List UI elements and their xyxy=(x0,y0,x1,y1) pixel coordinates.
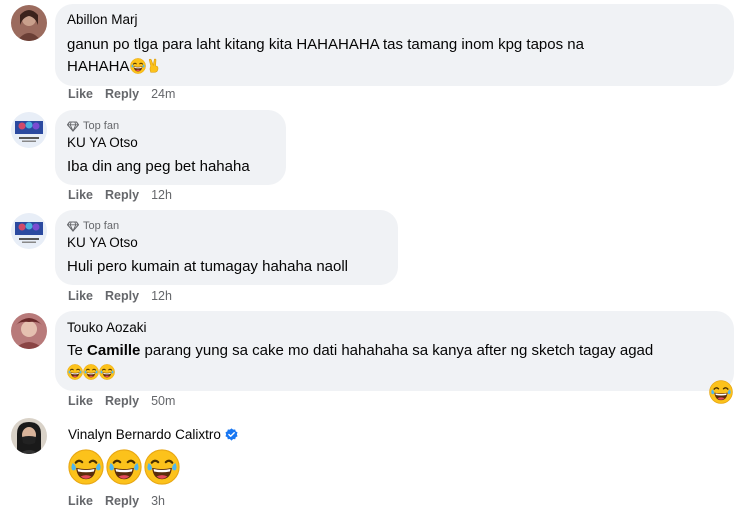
badge-label: Top fan xyxy=(83,120,120,132)
comment-timestamp[interactable]: 3h xyxy=(151,494,165,508)
comment-text-prefix: Te xyxy=(67,342,88,359)
like-button[interactable]: Like xyxy=(68,394,93,408)
laughing-emoji-icon xyxy=(98,363,116,387)
comment-author[interactable]: Touko Aozaki xyxy=(67,319,722,337)
comment-bubble: Top fan KU YA Otso Huli pero kumain at t… xyxy=(55,210,398,285)
comment-author[interactable]: KU YA Otso xyxy=(67,134,274,152)
top-fan-badge[interactable]: Top fan xyxy=(67,119,274,133)
laughing-emoji-icon xyxy=(66,363,84,387)
avatar[interactable] xyxy=(11,213,47,249)
comment-bubble: Abillon Marj ganun po tlga para laht kit… xyxy=(55,4,734,86)
author-name[interactable]: Vinalyn Bernardo Calixtro xyxy=(68,427,221,442)
comment-text: Huli pero kumain at tumagay hahaha naoll xyxy=(67,258,349,275)
laughing-emoji-icon xyxy=(82,363,100,387)
like-button[interactable]: Like xyxy=(68,289,93,303)
avatar[interactable] xyxy=(11,313,47,349)
comment-timestamp[interactable]: 24m xyxy=(151,87,175,101)
comment-timestamp[interactable]: 12h xyxy=(151,289,172,303)
comment-actions: Like Reply 50m xyxy=(68,394,175,408)
comment-text: Te Camille parang yung sa cake mo dati h… xyxy=(66,340,722,387)
victory-hand-emoji-icon xyxy=(146,58,162,81)
comment-author[interactable]: KU YA Otso xyxy=(67,234,386,252)
comment-author: Vinalyn Bernardo Calixtro xyxy=(68,426,238,446)
diamond-icon xyxy=(67,120,79,132)
comment-timestamp[interactable]: 12h xyxy=(151,188,172,202)
mention-link[interactable]: Camille xyxy=(87,342,140,359)
like-button[interactable]: Like xyxy=(68,188,93,202)
comment-text-line2: HAHAHA xyxy=(67,58,130,75)
laughing-reaction-icon[interactable] xyxy=(708,379,734,405)
verified-badge-icon xyxy=(225,428,238,446)
avatar[interactable] xyxy=(11,5,47,41)
comment-actions: Like Reply 12h xyxy=(68,188,172,202)
diamond-icon xyxy=(67,220,79,232)
avatar[interactable] xyxy=(11,418,47,454)
comment-text: ganun po tlga para laht kitang kita HAHA… xyxy=(67,34,722,81)
comment-author[interactable]: Abillon Marj xyxy=(67,11,722,29)
badge-label: Top fan xyxy=(83,220,120,232)
comment-timestamp[interactable]: 50m xyxy=(151,394,175,408)
comment-bubble: Touko Aozaki Te Camille parang yung sa c… xyxy=(55,311,734,391)
comment-bubble: Top fan KU YA Otso Iba din ang peg bet h… xyxy=(55,110,286,185)
comment-text: Iba din ang peg bet hahaha xyxy=(67,158,250,175)
emoji-content xyxy=(67,448,182,486)
reply-button[interactable]: Reply xyxy=(105,494,139,508)
reply-button[interactable]: Reply xyxy=(105,394,139,408)
laughing-emoji-icon xyxy=(67,448,105,490)
avatar[interactable] xyxy=(11,112,47,148)
comment-actions: Like Reply 12h xyxy=(68,289,172,303)
laughing-emoji-icon xyxy=(105,448,143,490)
comment-text-line1: ganun po tlga para laht kitang kita HAHA… xyxy=(67,36,584,53)
like-button[interactable]: Like xyxy=(68,87,93,101)
like-button[interactable]: Like xyxy=(68,494,93,508)
reply-button[interactable]: Reply xyxy=(105,188,139,202)
comment-actions: Like Reply 24m xyxy=(68,87,175,101)
laughing-emoji-icon xyxy=(129,57,146,81)
comment-text-rest: parang yung sa cake mo dati hahahaha sa … xyxy=(140,342,654,359)
reply-button[interactable]: Reply xyxy=(105,87,139,101)
top-fan-badge[interactable]: Top fan xyxy=(67,219,386,233)
laughing-emoji-icon xyxy=(143,448,181,490)
reply-button[interactable]: Reply xyxy=(105,289,139,303)
comment-actions: Like Reply 3h xyxy=(68,494,165,508)
